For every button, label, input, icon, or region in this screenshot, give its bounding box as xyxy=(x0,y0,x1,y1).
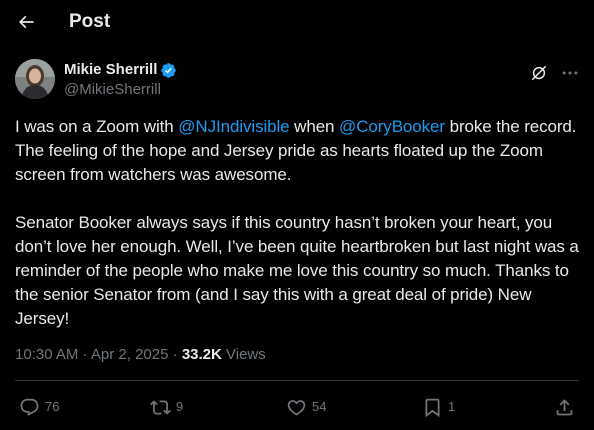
tweet-paragraph-1: I was on a Zoom with @NJIndivisible when… xyxy=(15,115,585,187)
repost-button[interactable]: 9 xyxy=(150,396,183,418)
reply-icon xyxy=(19,397,40,418)
bookmark-count: 1 xyxy=(448,399,456,414)
meta-separator: · xyxy=(78,346,91,363)
author-block: Mikie Sherrill @MikieSherrill xyxy=(64,60,177,100)
tweet-text: I was on a Zoom with @NJIndivisible when… xyxy=(15,115,585,331)
page-title: Post xyxy=(69,11,111,32)
avatar[interactable] xyxy=(15,59,55,99)
mention-link-corybooker[interactable]: @CoryBooker xyxy=(339,117,445,136)
share-button[interactable] xyxy=(554,396,575,418)
repost-icon xyxy=(150,397,171,418)
tweet-text-segment: when xyxy=(289,117,340,136)
like-count: 54 xyxy=(312,399,327,414)
divider xyxy=(15,380,579,381)
back-arrow-icon[interactable] xyxy=(10,6,42,38)
bookmark-icon xyxy=(422,397,443,418)
reply-button[interactable]: 76 xyxy=(19,396,59,418)
meta-separator: · xyxy=(168,346,182,363)
bookmark-button[interactable]: 1 xyxy=(422,396,455,418)
post-date[interactable]: Apr 2, 2025 xyxy=(91,346,169,363)
tweet-text-segment: I was on a Zoom with xyxy=(15,117,179,136)
grok-icon[interactable] xyxy=(529,63,549,83)
post-metadata: 10:30 AM · Apr 2, 2025 · 33.2K Views xyxy=(15,345,266,365)
views-count: 33.2K xyxy=(181,346,222,363)
reply-count: 76 xyxy=(45,399,60,414)
more-options-icon[interactable] xyxy=(559,63,581,83)
author-name[interactable]: Mikie Sherrill xyxy=(64,60,157,80)
author-handle[interactable]: @MikieSherrill xyxy=(64,80,177,100)
heart-icon xyxy=(286,397,307,418)
top-bar: Post xyxy=(0,0,594,44)
like-button[interactable]: 54 xyxy=(286,396,326,418)
mention-link-njindivisible[interactable]: @NJIndivisible xyxy=(178,117,289,136)
views-label: Views xyxy=(221,346,266,363)
verified-badge-icon[interactable] xyxy=(160,62,177,79)
tweet-paragraph-2: Senator Booker always says if this count… xyxy=(15,213,579,328)
post-time[interactable]: 10:30 AM xyxy=(15,346,78,363)
share-icon xyxy=(554,397,575,418)
repost-count: 9 xyxy=(176,399,184,414)
